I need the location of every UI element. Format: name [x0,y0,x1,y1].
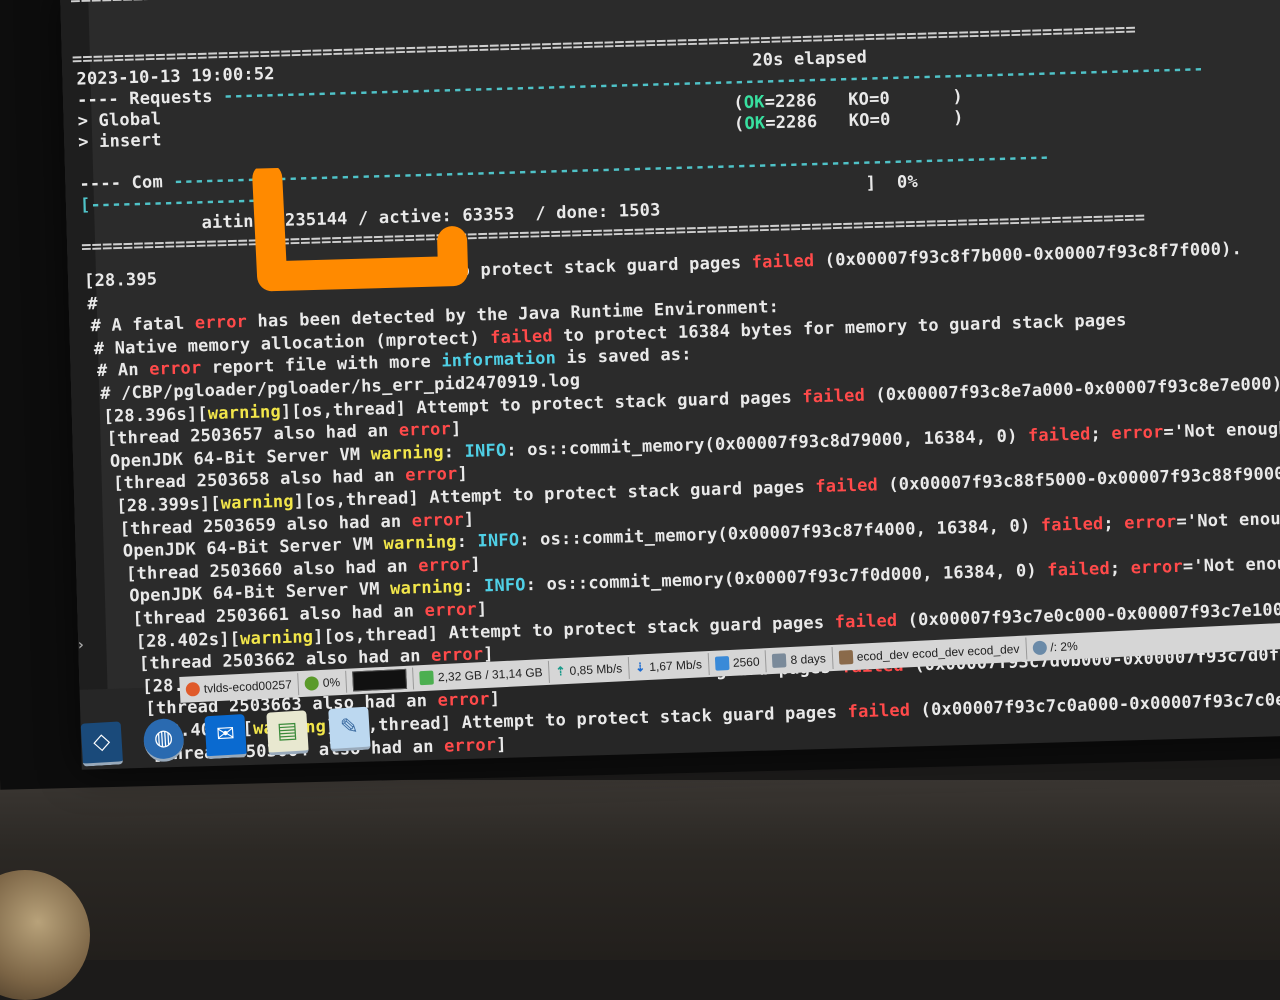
log-text: # [87,293,99,314]
log-text: ='Not enough space' [1182,553,1280,578]
notepad-icon[interactable]: ✎ [328,706,371,752]
log-text: (0x00007f93c88f5000-0x00007f93c88f9000). [877,463,1280,496]
request-row-insert: > insert [77,130,162,153]
warning-token: warning [239,626,314,649]
header-rule: ========================================… [71,19,1137,70]
error-token: error [1111,422,1164,444]
error-token: error [405,464,458,486]
error-token: error [1130,557,1184,579]
log-text: : os::commit_memory(0x00007f93c87f4000, … [519,516,1042,551]
error-token: error [398,419,452,441]
error-token: failed [751,251,815,273]
error-token: error [1124,512,1177,534]
uptime-icon [772,653,787,668]
log-text: (0x00007f93c7c0a000-0x00007f93c7c0e000). [920,688,1280,721]
log-text: is saved as: [555,344,692,369]
warning-token: warning [370,442,445,465]
log-text: [28.402s][ [135,628,241,652]
log-text: : [456,531,478,553]
log-text: ; [1103,513,1125,535]
log-text: ='Not enough spac [1163,418,1280,443]
error-token: failed [815,475,879,498]
log-text: # A fatal [90,313,196,337]
error-token: error [411,509,465,531]
status-host[interactable]: tvlds-ecod00257 [179,673,300,701]
app-icon[interactable]: ◇ [80,720,124,767]
log-line: # [87,294,98,315]
status-download[interactable]: ⇣ 1,67 Mb/s [628,653,710,679]
error-token: error [443,734,497,757]
warning-token: warning [389,577,464,600]
request-row-global: > Global [77,109,162,132]
disk-icon [1032,640,1047,656]
log-text: [28.396s][ [103,403,209,427]
error-token: error [194,312,248,334]
cpu-graph [346,667,415,693]
chart-icon[interactable]: ▤ [266,709,309,756]
error-token: failed [1040,514,1104,537]
log-text: ] [489,689,501,710]
log-text: ] [476,599,488,620]
top-rule: ========================================… [70,0,1082,11]
log-text: : os::commit_memory(0x00007f93c7f0d000, … [525,561,1048,596]
log-text: ='Not enough space [1176,508,1280,533]
processes-icon [714,656,730,671]
status-cpu[interactable]: 0% [298,670,348,696]
log-text: ; [1109,558,1132,580]
log-text: ] [457,464,469,485]
user-icon [838,650,854,665]
error-token: error [424,599,478,622]
status-processes[interactable]: 2560 [708,650,768,676]
log-text: ] [463,509,475,530]
status-disk[interactable]: /: 2% [1026,635,1084,660]
error-token: failed [847,700,911,723]
log-text: [28.399s][ [116,493,222,517]
log-text: # An [96,360,150,382]
monitor-screen: › ======================================… [60,0,1280,770]
status-memory[interactable]: 2,32 GB / 31,14 GB [413,660,551,690]
log-text: [28.395 [83,269,158,292]
log-text: ] [450,419,462,440]
log-text: (0x00007f93c8e7a000-0x00007f93c8e7e000). [864,373,1280,406]
status-uptime[interactable]: 8 days [765,647,834,673]
cpu-icon [304,676,320,691]
info-token: INFO [483,575,527,597]
info-token: INFO [464,440,507,462]
error-token: error [148,358,202,381]
log-text: : [462,576,485,598]
upload-arrow-icon: ⇡ [555,664,566,679]
warning-token: warning [207,401,282,424]
error-token: failed [489,326,554,348]
log-text: (0x00007f93c8f7b000-0x00007f93c8f7f000). [814,239,1243,272]
progress-percent: ] 0% [865,172,919,194]
error-token: failed [802,385,866,408]
error-token: error [417,554,471,577]
info-token: information [441,348,557,372]
error-token: error [437,689,491,712]
error-token: failed [1027,424,1091,446]
error-token: failed [834,610,898,633]
warning-token: warning [383,532,457,555]
ubuntu-icon [185,681,201,697]
log-text: : os::commit_memory(0x00007f93c8d79000, … [506,425,1029,461]
info-token: INFO [477,530,520,552]
memory-icon [419,670,435,686]
chevron-right-icon[interactable]: › [76,635,86,656]
status-upload[interactable]: ⇡ 0,85 Mb/s [549,656,630,683]
globe-icon[interactable]: ◍ [142,717,185,763]
log-text: : [443,441,465,463]
desk-surface [0,780,1280,960]
log-text: ] [495,734,507,755]
terminal-window[interactable]: › ======================================… [60,0,1280,764]
log-text: ] [470,554,482,575]
download-arrow-icon: ⇣ [634,660,646,675]
error-token: failed [1047,559,1111,582]
orange-marker-annotation [252,163,469,292]
outlook-icon[interactable]: ✉ [204,713,247,759]
warning-token: warning [220,491,295,514]
log-text: ; [1090,423,1112,445]
